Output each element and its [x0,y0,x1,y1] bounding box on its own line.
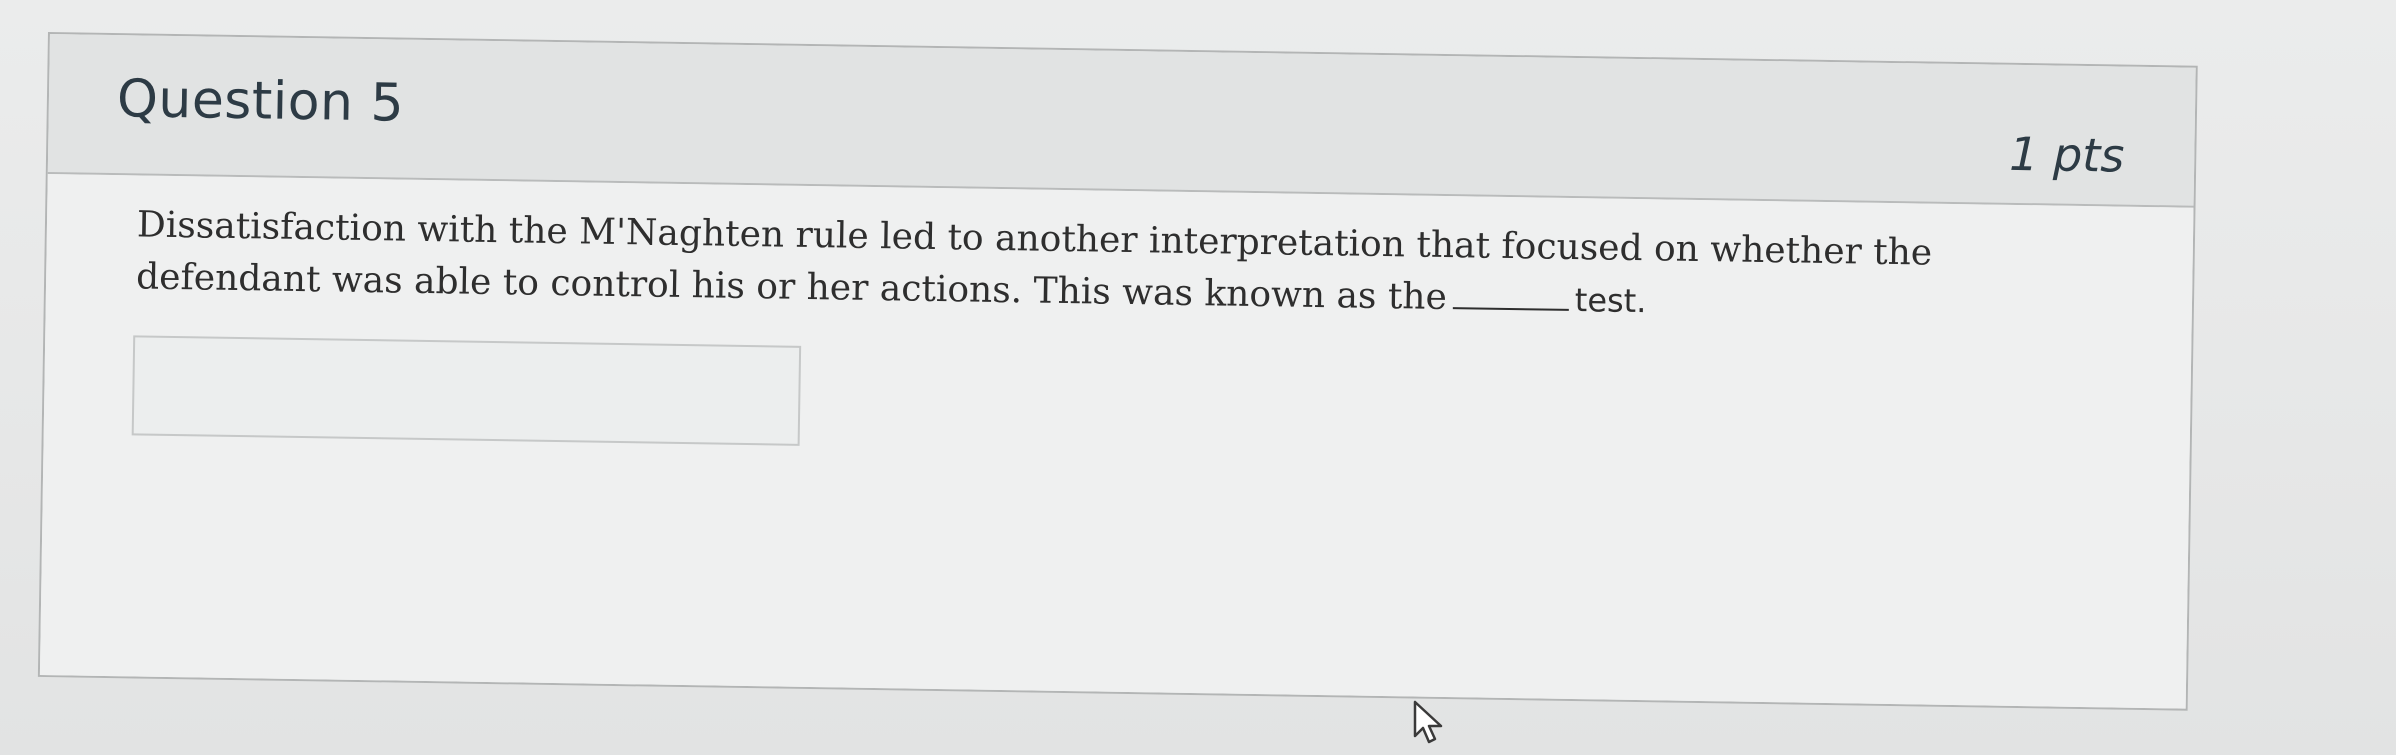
question-body: Dissatisfaction with the M'Naghten rule … [39,174,2194,709]
quiz-page: Question 5 1 pts Dissatisfaction with th… [0,0,2396,755]
mouse-pointer-icon [1413,700,1443,744]
question-card: Question 5 1 pts Dissatisfaction with th… [37,32,2198,711]
question-text-before-blank: Dissatisfaction with the M'Naghten rule … [135,204,1933,319]
fill-in-blank-line [1452,279,1570,311]
question-text-after-blank: test. [1574,281,1647,321]
question-title: Question 5 [116,69,405,134]
question-points: 1 pts [2008,126,2125,183]
answer-input[interactable] [131,335,802,446]
question-text: Dissatisfaction with the M'Naghten rule … [136,199,1997,332]
